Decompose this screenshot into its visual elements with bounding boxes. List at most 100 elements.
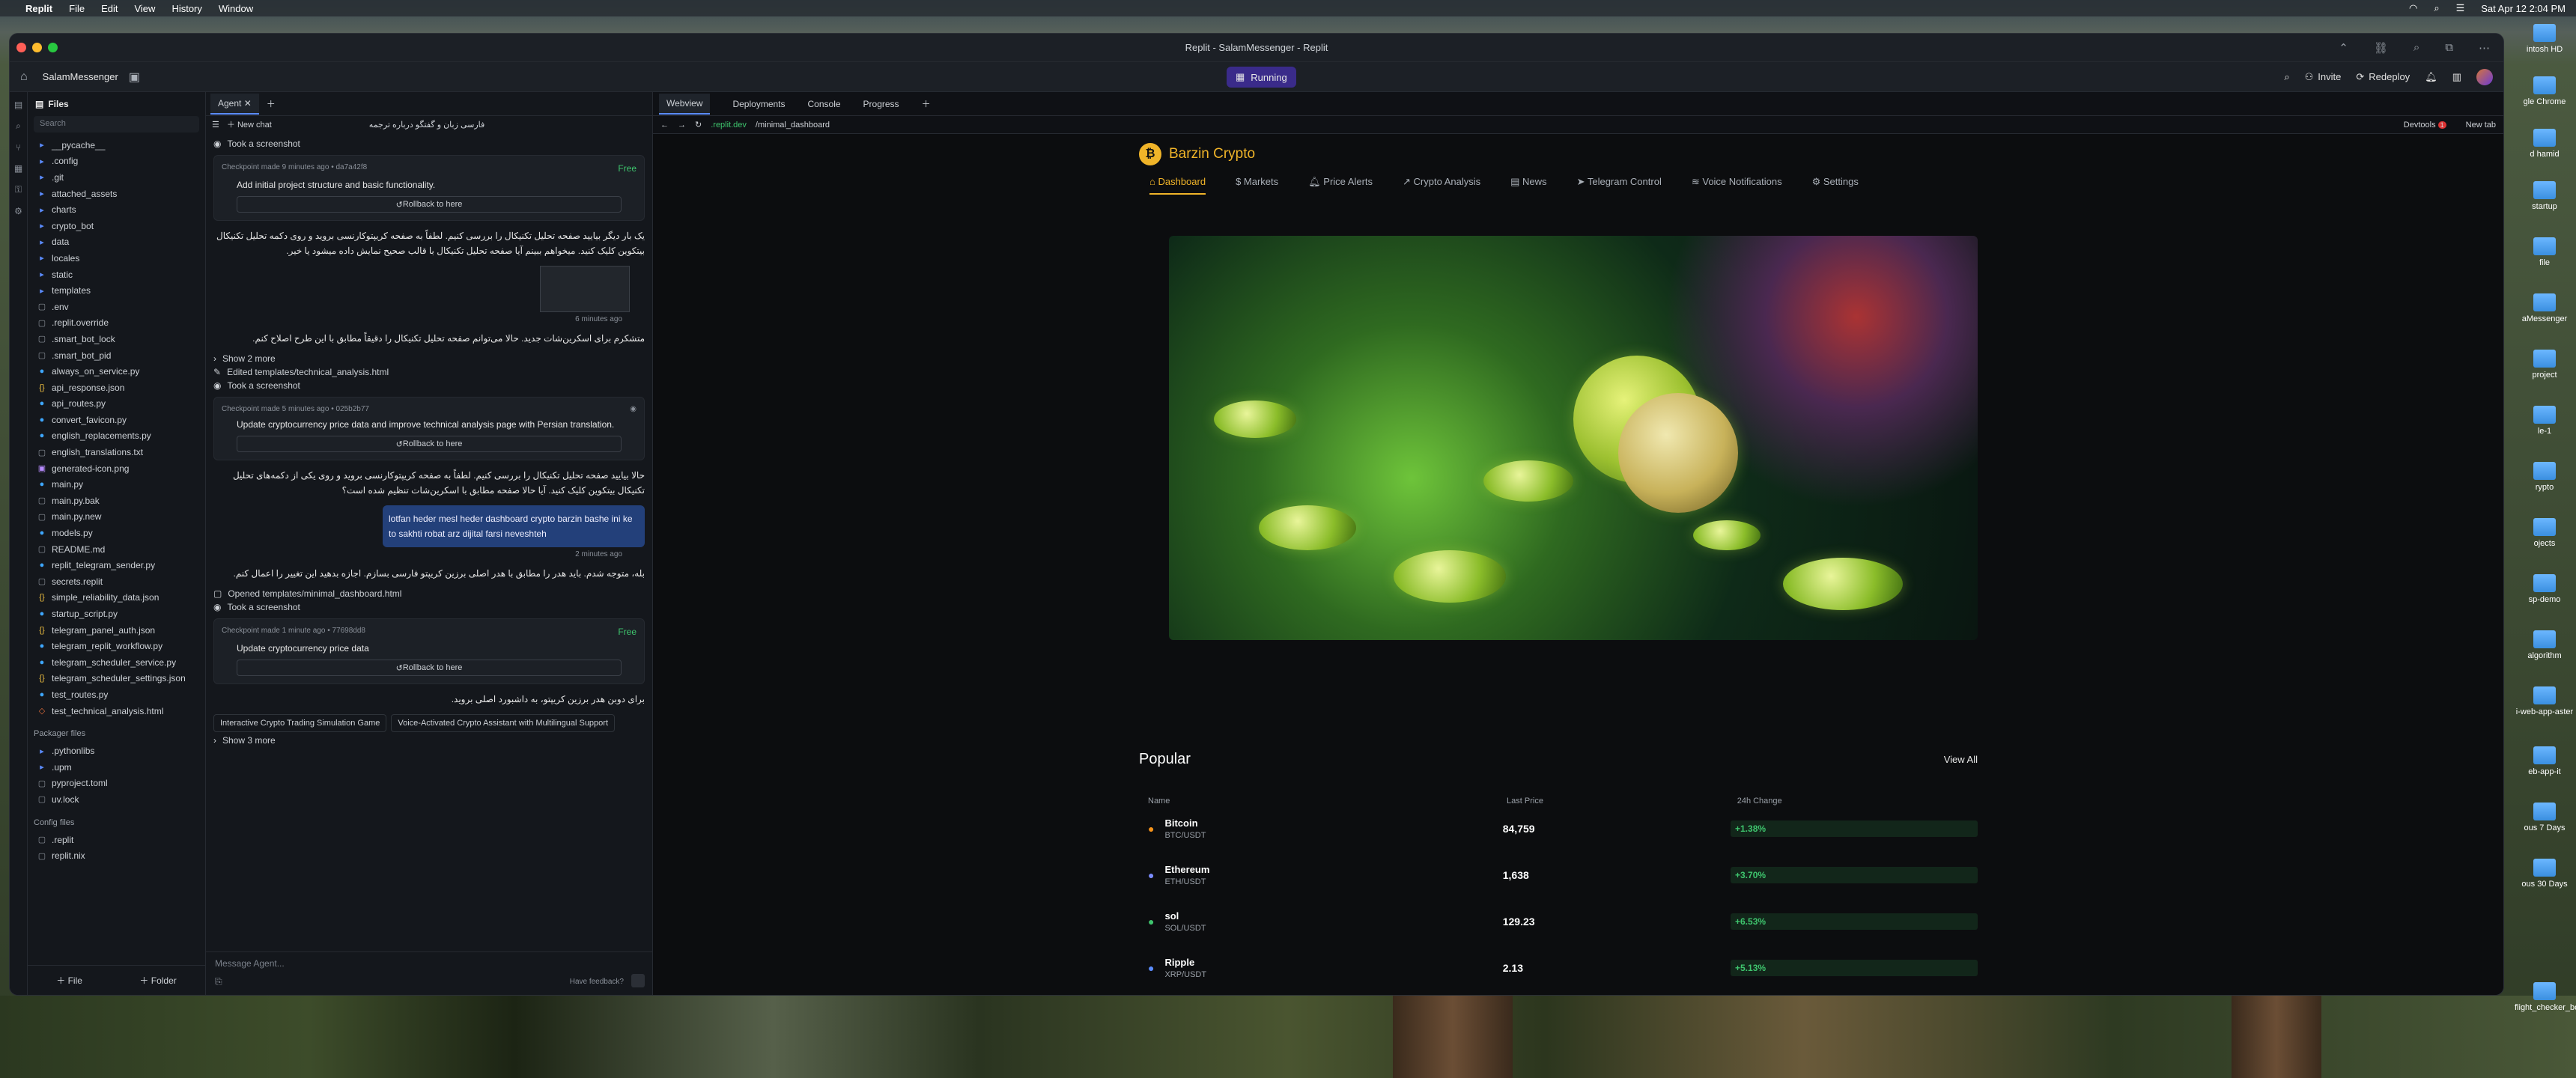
desktop-icon[interactable]: algorithm <box>2515 630 2575 660</box>
file-tree-item[interactable]: ● always_on_service.py <box>28 363 205 380</box>
file-tree-item[interactable]: ◇ test_technical_analysis.html <box>28 703 205 719</box>
show-more-button[interactable]: › Show 2 more <box>213 353 645 364</box>
desktop-icon[interactable]: aMessenger <box>2515 293 2575 323</box>
back-icon[interactable]: ← <box>660 121 669 130</box>
nav-item[interactable]: ↗ Crypto Analysis <box>1403 176 1480 195</box>
suggestion-chip[interactable]: Voice-Activated Crypto Assistant with Mu… <box>391 714 616 732</box>
forward-icon[interactable]: → <box>678 121 686 130</box>
chat-title[interactable]: فارسی زبان و گفتگو درباره ترجمه <box>369 120 484 130</box>
add-tab-icon[interactable]: ＋ <box>922 97 931 110</box>
more-icon[interactable]: ⋯ <box>2479 41 2490 55</box>
file-tree-item[interactable]: ▢ .replit.override <box>28 315 205 332</box>
file-tree-item[interactable]: {} telegram_scheduler_settings.json <box>28 671 205 687</box>
file-tree-item[interactable]: ▸ attached_assets <box>28 186 205 202</box>
table-row[interactable]: ● Ethereum ETH/USDT 1,638 +3.70% <box>1139 852 1978 898</box>
packages-icon[interactable]: ▦ <box>14 163 22 174</box>
file-tree-item[interactable]: ● startup_script.py <box>28 606 205 622</box>
file-tree-item[interactable]: ▢ main.py.new <box>28 509 205 526</box>
menu-view[interactable]: View <box>134 3 155 14</box>
file-tree-item[interactable]: ▸ templates <box>28 282 205 299</box>
file-tree-item[interactable]: {} telegram_panel_auth.json <box>28 622 205 639</box>
rollback-button[interactable]: ↺ Rollback to here <box>237 436 622 452</box>
file-tree-item[interactable]: ▸ data <box>28 234 205 251</box>
file-tree-item[interactable]: ▢ .smart_bot_lock <box>28 331 205 347</box>
clock[interactable]: Sat Apr 12 2:04 PM <box>2481 3 2566 14</box>
rollback-button[interactable]: ↺ Rollback to here <box>237 196 622 213</box>
home-icon[interactable]: ⌂ <box>20 70 28 84</box>
table-row[interactable]: ● Ripple XRP/USDT 2.13 +5.13% <box>1139 945 1978 991</box>
menu-window[interactable]: Window <box>219 3 253 14</box>
file-search-input[interactable]: Search <box>34 116 199 133</box>
chat-log[interactable]: ◉ Took a screenshot Checkpoint made 9 min… <box>206 133 652 951</box>
edited-file-action[interactable]: Edited templates/technical_analysis.html <box>227 367 389 377</box>
file-tree-item[interactable]: ▢ .replit <box>28 832 205 848</box>
send-button[interactable] <box>631 974 645 987</box>
file-tree-item[interactable]: ▢ secrets.replit <box>28 573 205 590</box>
bell-icon[interactable]: 🔔︎ <box>2425 71 2437 83</box>
desktop-icon[interactable]: file <box>2515 237 2575 267</box>
secrets-icon[interactable]: ⚿ <box>15 184 22 195</box>
link-icon[interactable]: ⛓ <box>2374 41 2388 55</box>
desktop-icon[interactable]: ous 30 Days <box>2515 859 2575 889</box>
menu-history[interactable]: History <box>171 3 201 14</box>
show-more-button[interactable]: › Show 3 more <box>213 735 645 746</box>
file-tree-item[interactable]: ▢ .smart_bot_pid <box>28 347 205 364</box>
file-tree-item[interactable]: ▢ uv.lock <box>28 791 205 808</box>
file-tree-item[interactable]: ▸ locales <box>28 250 205 267</box>
search-icon[interactable]: ⌕ <box>16 121 21 132</box>
control-center-icon[interactable]: ☰ <box>2456 2 2465 14</box>
file-tree-item[interactable]: {} api_response.json <box>28 380 205 396</box>
desktop-icon[interactable]: rypto <box>2515 462 2575 492</box>
new-folder-button[interactable]: ＋ Folder <box>139 974 176 987</box>
devtools-button[interactable]: Devtools 1 <box>2404 121 2446 130</box>
file-tree-item[interactable]: ▸ static <box>28 267 205 283</box>
rollback-button[interactable]: ↺ Rollback to here <box>237 660 622 676</box>
file-tree-item[interactable]: ▢ .env <box>28 299 205 315</box>
opened-file-action[interactable]: Opened templates/minimal_dashboard.html <box>228 588 401 599</box>
file-tree-item[interactable]: ● main.py <box>28 476 205 493</box>
tab-webview[interactable]: Webview <box>659 93 711 115</box>
invite-button[interactable]: ⚇ Invite <box>2305 71 2342 83</box>
table-row[interactable]: ● sol SOL/USDT 129.23 +6.53% <box>1139 898 1978 945</box>
new-chat-button[interactable]: ＋ New chat <box>227 118 272 130</box>
search-icon[interactable]: ⌕ <box>2434 2 2439 14</box>
url-path[interactable]: /minimal_dashboard <box>756 121 830 130</box>
menu-edit[interactable]: Edit <box>101 3 118 14</box>
desktop-icon[interactable]: i-web-app-aster <box>2515 686 2575 716</box>
history-icon[interactable]: ☰ <box>212 120 219 130</box>
layout-icon[interactable]: ▥ <box>2452 71 2461 83</box>
project-name[interactable]: SalamMessenger <box>43 71 118 82</box>
nav-item[interactable]: ⌂ Dashboard <box>1149 176 1206 195</box>
file-tree-item[interactable]: ▢ english_translations.txt <box>28 444 205 460</box>
file-tree-item[interactable]: ● models.py <box>28 525 205 541</box>
chevron-up-icon[interactable]: ⌃ <box>2339 41 2348 55</box>
desktop-icon[interactable]: flight_checker_bot.zip <box>2515 982 2576 1012</box>
nav-item[interactable]: $ Markets <box>1236 176 1278 195</box>
eye-icon[interactable]: ◉ <box>630 405 637 413</box>
desktop-icon[interactable]: ojects <box>2515 518 2575 548</box>
settings-icon[interactable]: ⚙ <box>14 206 22 216</box>
new-file-button[interactable]: ＋ File <box>56 974 82 987</box>
redeploy-button[interactable]: ⟳ Redeploy <box>2356 71 2410 83</box>
desktop-icon[interactable]: startup <box>2515 181 2575 211</box>
file-tree-item[interactable]: ● telegram_replit_workflow.py <box>28 638 205 654</box>
desktop-icon[interactable]: eb-app-it <box>2515 746 2575 776</box>
files-icon[interactable]: ▤ <box>14 100 22 110</box>
file-tree-item[interactable]: ▢ replit.nix <box>28 847 205 864</box>
desktop-icon[interactable]: intosh HD <box>2515 24 2575 54</box>
add-tab-icon[interactable]: ＋ <box>267 97 276 110</box>
file-tree-item[interactable]: ● telegram_scheduler_service.py <box>28 654 205 671</box>
file-tree-item[interactable]: ● test_routes.py <box>28 686 205 703</box>
nav-item[interactable]: 🔔︎ Price Alerts <box>1308 176 1373 195</box>
suggestion-chip[interactable]: Interactive Crypto Trading Simulation Ga… <box>213 714 387 732</box>
site-brand[interactable]: Barzin Crypto <box>1169 146 1255 162</box>
sidebar-toggle-icon[interactable]: ▣ <box>129 70 140 85</box>
screenshot-thumbnail[interactable] <box>213 266 630 312</box>
tab-console[interactable]: Console <box>808 99 841 109</box>
nav-item[interactable]: ▤ News <box>1510 176 1546 195</box>
feedback-link[interactable]: Have feedback? <box>570 978 624 986</box>
menu-file[interactable]: File <box>69 3 85 14</box>
search-icon[interactable]: ⌕ <box>2284 71 2289 83</box>
menu-app[interactable]: Replit <box>25 3 52 14</box>
tab-progress[interactable]: Progress <box>863 99 899 109</box>
